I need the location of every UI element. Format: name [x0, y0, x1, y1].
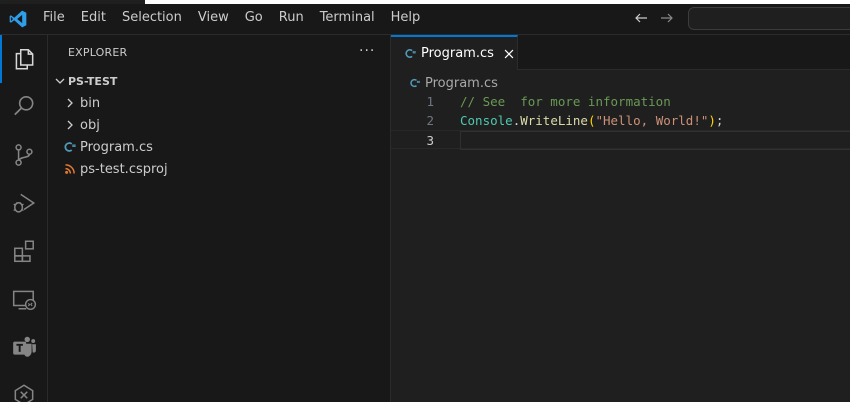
code-line: 2 Console.WriteLine("Hello, World!"); — [391, 111, 850, 130]
tree-item-csproj[interactable]: ps-test.csproj — [48, 158, 391, 180]
activity-search[interactable] — [0, 82, 48, 130]
tree-item-bin[interactable]: bin — [48, 92, 391, 114]
tree-item-obj[interactable]: obj — [48, 114, 391, 136]
explorer-sidebar: EXPLORER ··· PS-TEST bin obj Program.cs — [48, 35, 391, 402]
code-line: 1 // See for more information — [391, 92, 850, 111]
more-actions-icon[interactable]: ··· — [359, 43, 375, 59]
tab-label: Program.cs — [421, 46, 494, 61]
line-number: 1 — [426, 94, 434, 109]
activity-source-control[interactable] — [0, 131, 48, 179]
remote-explorer-icon — [12, 290, 37, 310]
method-token: WriteLine — [520, 113, 588, 128]
menu-run[interactable]: Run — [271, 4, 312, 35]
workspace-folder-label: PS-TEST — [68, 74, 118, 88]
line-number: 2 — [426, 113, 434, 128]
line-text: Console.WriteLine("Hello, World!"); — [460, 111, 723, 130]
tree-item-label: Program.cs — [80, 139, 153, 155]
chevron-down-icon — [55, 78, 65, 84]
csharp-file-icon — [405, 49, 416, 58]
arrow-left-icon[interactable] — [633, 10, 649, 26]
chevron-right-icon — [67, 98, 73, 108]
search-icon — [14, 95, 34, 116]
activity-bar — [0, 35, 48, 402]
menu-go[interactable]: Go — [237, 4, 271, 35]
breadcrumb-label: Program.cs — [425, 75, 498, 91]
extensions-icon — [14, 240, 34, 263]
sidebar-title: EXPLORER — [68, 46, 128, 59]
menu-view[interactable]: View — [190, 4, 237, 35]
menu-terminal[interactable]: Terminal — [312, 4, 383, 35]
workspace-folder[interactable]: PS-TEST — [48, 70, 391, 92]
rss-file-icon — [62, 161, 78, 177]
activity-teams[interactable] — [0, 323, 48, 371]
command-center-search[interactable] — [688, 7, 850, 30]
tree-item-label: bin — [80, 95, 101, 111]
menu-file[interactable]: File — [35, 4, 73, 35]
menu-bar: File Edit Selection View Go Run Terminal… — [35, 4, 428, 35]
string-token: "Hello, World!" — [595, 113, 709, 128]
power-platform-icon — [14, 384, 34, 402]
breadcrumb[interactable]: Program.cs — [409, 72, 498, 94]
tree-item-label: obj — [80, 117, 100, 133]
tree-item-program-cs[interactable]: Program.cs — [48, 136, 391, 158]
chevron-right-icon — [67, 120, 73, 130]
run-debug-icon — [13, 193, 36, 213]
comment-token: // See for more information — [460, 94, 671, 109]
semicolon-token: ; — [715, 113, 724, 128]
line-text: // See for more information — [460, 92, 671, 111]
code-line-current: 3 — [391, 130, 850, 150]
activity-extensions[interactable] — [0, 227, 48, 275]
menu-help[interactable]: Help — [383, 4, 429, 35]
vscode-logo-icon — [9, 10, 27, 28]
line-number: 3 — [426, 133, 434, 148]
menu-selection[interactable]: Selection — [114, 4, 190, 35]
arrow-right-icon[interactable] — [659, 10, 675, 26]
source-control-icon — [15, 144, 33, 166]
activity-power-platform[interactable] — [0, 371, 48, 402]
close-paren-token: ) — [708, 113, 716, 128]
class-token: Console — [460, 113, 513, 128]
editor-tabs: Program.cs — [391, 35, 850, 70]
explorer-icon — [15, 49, 34, 70]
teams-icon — [13, 336, 36, 357]
editor-area: Program.cs Program.cs 1 // See for more … — [391, 35, 850, 402]
activity-explorer[interactable] — [0, 35, 48, 83]
close-icon[interactable] — [502, 47, 516, 61]
menu-edit[interactable]: Edit — [73, 4, 114, 35]
tab-program-cs[interactable]: Program.cs — [391, 35, 518, 70]
activity-remote-explorer[interactable] — [0, 275, 48, 323]
activity-run-debug[interactable] — [0, 179, 48, 227]
title-bar: File Edit Selection View Go Run Terminal… — [0, 4, 850, 35]
csharp-file-icon — [62, 139, 78, 155]
tree-item-label: ps-test.csproj — [80, 161, 168, 177]
csharp-file-icon — [410, 78, 420, 88]
